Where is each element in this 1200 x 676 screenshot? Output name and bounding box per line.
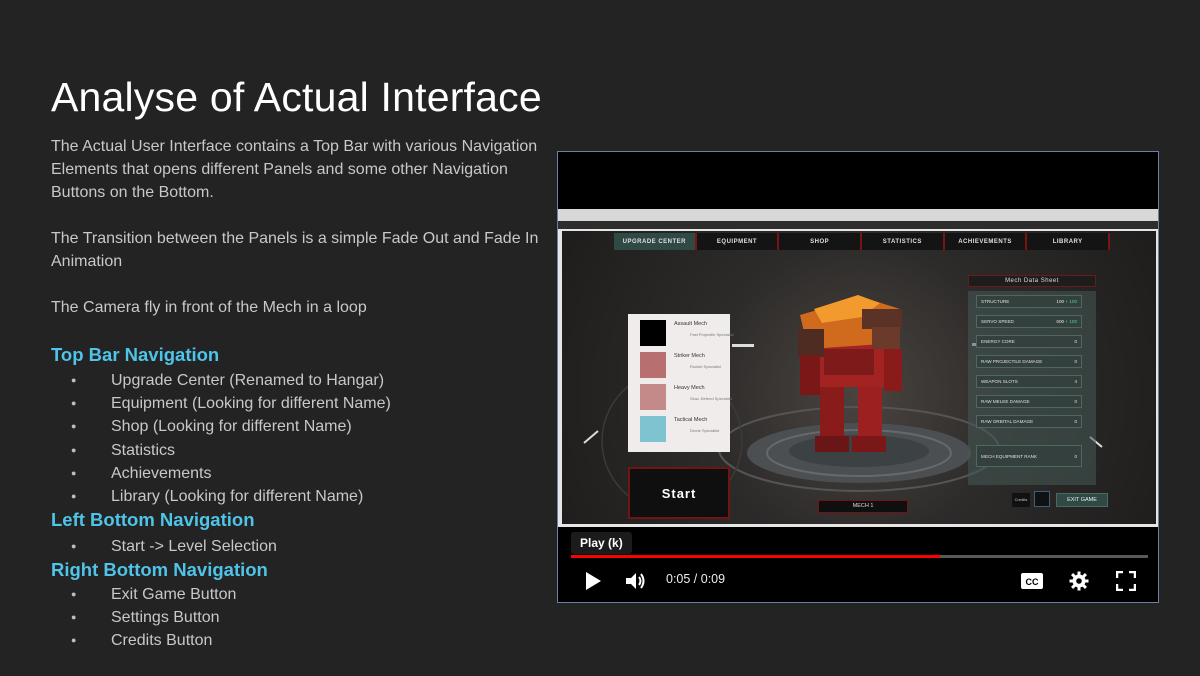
stat-row: Raw Orbital Damage 0 <box>976 415 1082 428</box>
editor-toolbar <box>558 209 1158 221</box>
stat-value: 100 + 100 <box>1056 299 1077 304</box>
stat-value: 0 <box>1074 419 1077 424</box>
game-scene: Upgrade Center Equipment Shop Statistics… <box>562 231 1156 524</box>
mech-swatch <box>640 384 666 410</box>
fullscreen-icon[interactable] <box>1114 570 1138 592</box>
game-mech-item: Heavy Mech Slow, Defend Specialist <box>640 384 732 412</box>
list-item: Statistics <box>51 439 391 462</box>
mech-description: Drone Specialist <box>690 428 720 433</box>
list-item: Equipment (Looking for different Name) <box>51 392 391 415</box>
game-exit-button: Exit Game <box>1056 493 1108 507</box>
stat-row: Weapon Slots 4 <box>976 375 1082 388</box>
paragraph-transition: The Transition between the Panels is a s… <box>51 230 539 270</box>
game-mech-data-sheet: Mech Data Sheet Structure 100 + 100 Serv… <box>968 275 1096 485</box>
stat-value: 0 <box>1074 454 1077 459</box>
heading-left-bottom-navigation: Left Bottom Navigation <box>51 509 255 530</box>
game-mech-selector: Mech 1 <box>818 500 908 513</box>
stat-row: Raw Melee Damage 0 <box>976 395 1082 408</box>
list-item: Settings Button <box>51 606 236 629</box>
slide-title: Analyse of Actual Interface <box>51 74 542 120</box>
game-tab-upgrade-center: Upgrade Center <box>614 233 697 250</box>
game-mech-list: Assault Mech Fast Projectile Specialist … <box>628 314 734 452</box>
heading-top-bar-navigation: Top Bar Navigation <box>51 344 220 365</box>
mech-swatch <box>640 416 666 442</box>
game-mech-item: Striker Mech Rocket Specialist <box>640 352 726 380</box>
stat-value: 0 <box>1074 339 1077 344</box>
mech-description: Slow, Defend Specialist <box>690 396 732 401</box>
list-item: Achievements <box>51 462 391 485</box>
list-right-bottom-navigation: Exit Game Button Settings Button Credits… <box>51 583 236 653</box>
progress-bar[interactable] <box>571 555 1148 558</box>
stat-label: Raw Orbital Damage <box>981 419 1034 424</box>
slide: Analyse of Actual Interface The Actual U… <box>0 0 1200 676</box>
stat-label: Raw Melee Damage <box>981 399 1030 404</box>
svg-text:CC: CC <box>1026 577 1039 587</box>
list-left-bottom-navigation: Start -> Level Selection <box>51 535 277 558</box>
list-item: Library (Looking for different Name) <box>51 485 391 508</box>
list-item: Exit Game Button <box>51 583 236 606</box>
stat-label: Servo Speed <box>981 319 1014 324</box>
stat-row-equipment-rank: Mech Equipment Rank 0 <box>976 445 1082 467</box>
closed-captions-icon[interactable]: CC <box>1020 570 1044 592</box>
stat-label: Weapon Slots <box>981 379 1018 384</box>
progress-bar-fill <box>571 555 941 558</box>
mech-name: Assault Mech <box>674 321 708 327</box>
game-top-nav: Upgrade Center Equipment Shop Statistics… <box>614 233 1111 250</box>
stat-row: Energy Core 0 <box>976 335 1082 348</box>
game-tab-statistics: Statistics <box>862 233 945 250</box>
mech-name: Tactical Mech <box>674 417 708 423</box>
heading-right-bottom-navigation: Right Bottom Navigation <box>51 559 268 580</box>
volume-icon[interactable] <box>624 570 648 592</box>
play-tooltip: Play (k) <box>571 532 632 554</box>
stat-row: Raw Projectile Damage 0 <box>976 355 1082 368</box>
video-letterbox-top <box>558 152 1158 209</box>
settings-gear-icon[interactable] <box>1067 570 1091 592</box>
stat-row: Servo Speed 600 + 100 <box>976 315 1082 328</box>
stat-value: 4 <box>1074 379 1077 384</box>
mech-name: Striker Mech <box>674 353 705 359</box>
paragraph-intro: The Actual User Interface contains a Top… <box>51 138 538 201</box>
list-item: Shop (Looking for different Name) <box>51 415 391 438</box>
stat-value: 600 + 100 <box>1056 319 1077 324</box>
editor-subtoolbar <box>558 221 1158 229</box>
game-start-button: Start <box>628 467 730 519</box>
mech-description: Rocket Specialist <box>690 364 721 369</box>
list-item: Upgrade Center (Renamed to Hangar) <box>51 369 391 392</box>
game-mech-item: Tactical Mech Drone Specialist <box>640 416 726 444</box>
list-top-bar-navigation: Upgrade Center (Renamed to Hangar) Equip… <box>51 369 391 508</box>
time-display: 0:05 / 0:09 <box>666 572 726 586</box>
game-tab-equipment: Equipment <box>697 233 780 250</box>
stat-value: 0 <box>1074 399 1077 404</box>
game-tab-shop: Shop <box>779 233 863 250</box>
paragraph-camera: The Camera fly in front of the Mech in a… <box>51 299 367 316</box>
game-tab-library: Library <box>1027 233 1111 250</box>
stat-label: Raw Projectile Damage <box>981 359 1043 364</box>
play-icon[interactable] <box>582 570 604 592</box>
game-mech-item: Assault Mech Fast Projectile Specialist <box>640 320 734 348</box>
video-player[interactable]: Upgrade Center Equipment Shop Statistics… <box>557 151 1159 603</box>
data-sheet-rows: Structure 100 + 100 Servo Speed 600 + 10… <box>968 291 1096 485</box>
stat-value: 0 <box>1074 359 1077 364</box>
stat-label: Structure <box>981 299 1010 304</box>
mech-description: Fast Projectile Specialist <box>690 332 734 337</box>
list-item: Start -> Level Selection <box>51 535 277 558</box>
mech-swatch <box>640 352 666 378</box>
stat-label: Energy Core <box>981 339 1015 344</box>
stat-label: Mech Equipment Rank <box>981 454 1038 459</box>
mech-swatch <box>640 320 666 346</box>
data-sheet-title: Mech Data Sheet <box>968 275 1096 287</box>
game-settings-button <box>1034 491 1050 507</box>
list-item: Credits Button <box>51 629 236 652</box>
game-tab-achievements: Achievements <box>945 233 1028 250</box>
video-frame[interactable]: Upgrade Center Equipment Shop Statistics… <box>558 209 1158 527</box>
mech-name: Heavy Mech <box>674 385 705 391</box>
game-credits-button: Credits <box>1012 493 1030 507</box>
stat-row: Structure 100 + 100 <box>976 295 1082 308</box>
